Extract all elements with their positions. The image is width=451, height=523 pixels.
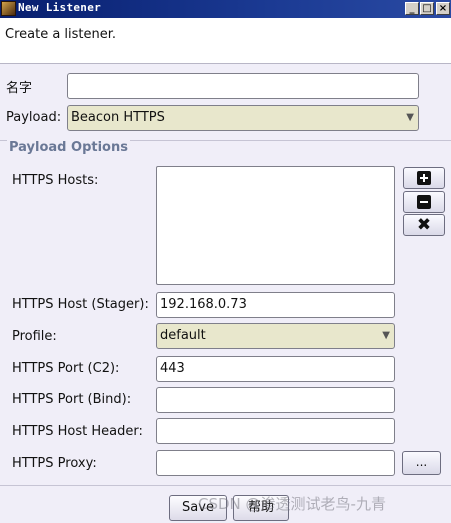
host-header-label: HTTPS Host Header: xyxy=(12,424,143,439)
payload-select-value: Beacon HTTPS xyxy=(71,110,165,125)
proxy-label: HTTPS Proxy: xyxy=(12,456,97,471)
minimize-button[interactable]: _ xyxy=(405,2,419,15)
save-button[interactable]: Save xyxy=(169,495,227,521)
clear-hosts-button[interactable]: ✖ xyxy=(403,214,445,236)
profile-select[interactable]: default ▼ xyxy=(156,323,395,349)
payload-label: Payload: xyxy=(6,110,62,125)
name-input[interactable] xyxy=(67,73,419,99)
payload-select[interactable]: Beacon HTTPS ▼ xyxy=(67,105,419,131)
description-panel: Create a listener. xyxy=(0,18,451,64)
port-c2-label: HTTPS Port (C2): xyxy=(12,361,120,376)
chevron-down-icon: ▼ xyxy=(382,330,390,341)
port-bind-input[interactable] xyxy=(156,387,395,413)
minus-icon xyxy=(417,195,431,209)
payload-options-title: Payload Options xyxy=(7,140,130,155)
profile-select-value: default xyxy=(160,328,206,343)
close-icon: ✖ xyxy=(416,215,432,235)
port-c2-input[interactable]: 443 xyxy=(156,356,395,382)
host-header-input[interactable] xyxy=(156,418,395,444)
stager-host-label: HTTPS Host (Stager): xyxy=(12,297,149,312)
remove-host-button[interactable] xyxy=(403,191,445,213)
title-bar[interactable]: New Listener _ □ × xyxy=(0,0,451,18)
https-hosts-list[interactable] xyxy=(156,166,395,285)
proxy-browse-button[interactable]: ... xyxy=(402,451,441,475)
https-hosts-label: HTTPS Hosts: xyxy=(12,173,99,188)
help-button[interactable]: 帮助 xyxy=(233,495,289,521)
add-host-button[interactable] xyxy=(403,167,445,189)
proxy-input[interactable] xyxy=(156,450,395,476)
window-title: New Listener xyxy=(18,1,102,14)
close-button[interactable]: × xyxy=(436,2,450,15)
chevron-down-icon: ▼ xyxy=(406,112,414,123)
port-bind-label: HTTPS Port (Bind): xyxy=(12,392,132,407)
description-text: Create a listener. xyxy=(5,27,117,42)
maximize-button[interactable]: □ xyxy=(420,2,434,15)
profile-label: Profile: xyxy=(12,329,57,344)
app-icon xyxy=(1,1,16,16)
stager-host-input[interactable]: 192.168.0.73 xyxy=(156,292,395,318)
name-label: 名字 xyxy=(6,81,33,96)
plus-icon xyxy=(417,171,431,185)
